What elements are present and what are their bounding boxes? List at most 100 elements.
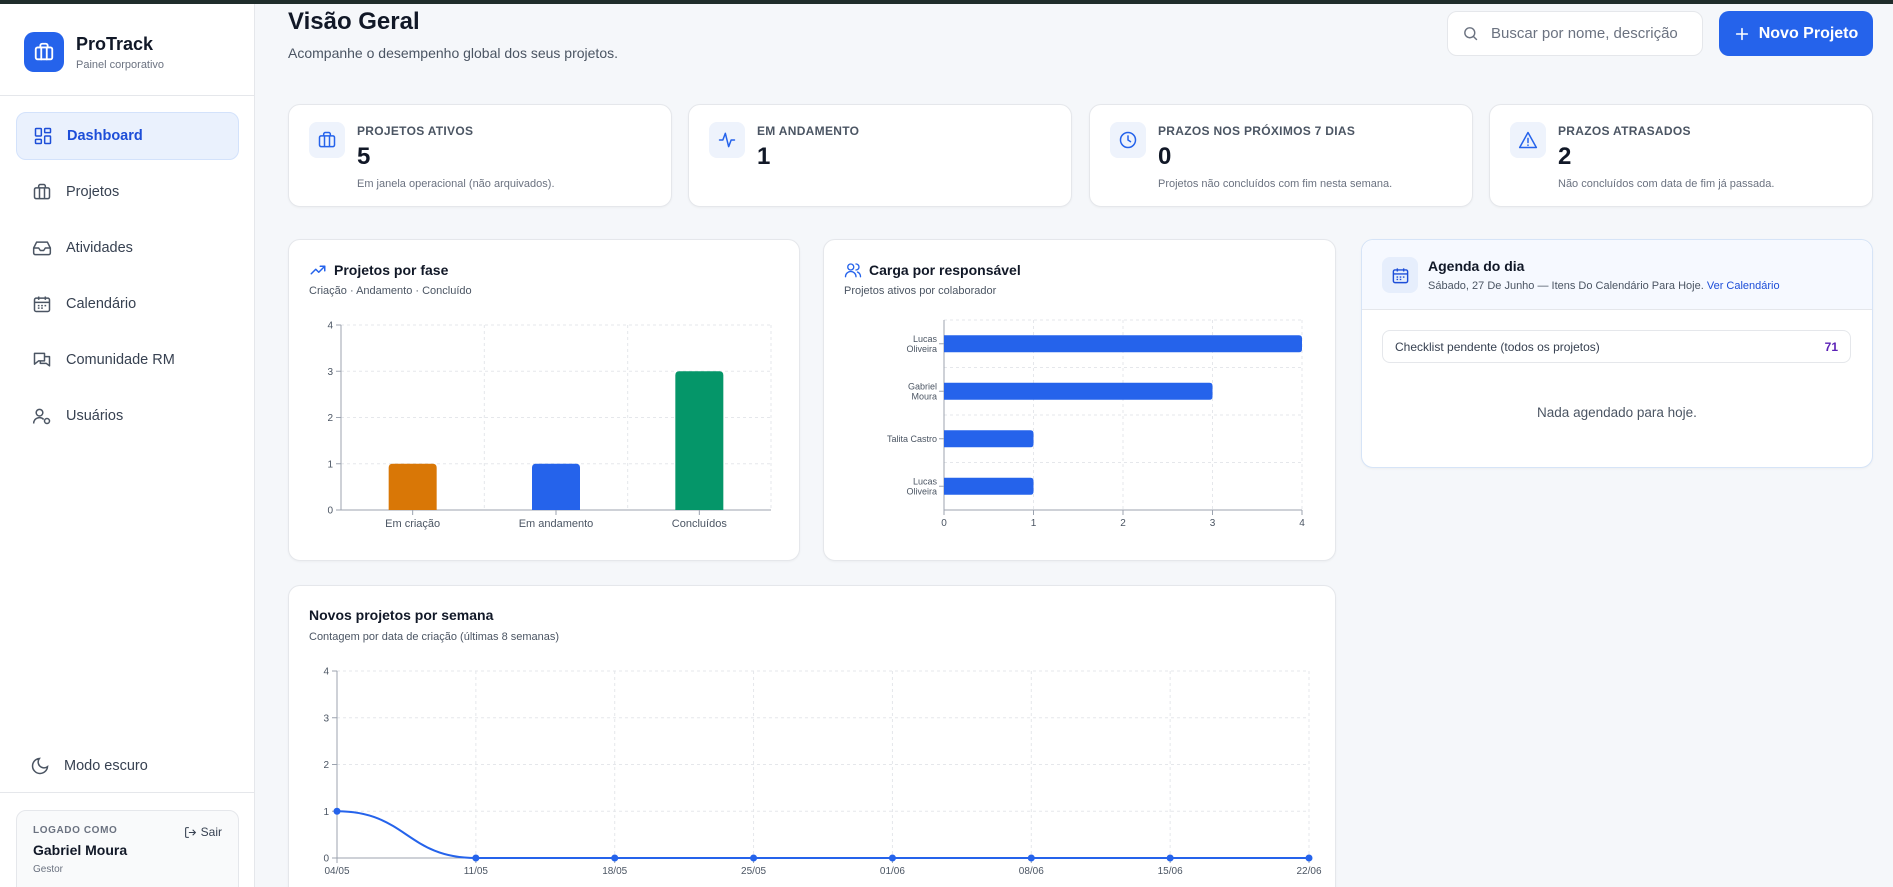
y-tick-label: 0 (323, 854, 329, 865)
x-tick-label: 1 (1031, 518, 1037, 529)
data-point (611, 854, 619, 862)
x-tick-label: 22/06 (1296, 866, 1321, 877)
new-project-button[interactable]: Novo Projeto (1719, 11, 1873, 56)
user-name: Gabriel Moura (33, 842, 128, 858)
bar (388, 463, 437, 510)
x-tick-label: 3 (1210, 518, 1216, 529)
y-tick-label: 2 (327, 413, 333, 424)
x-tick-label: 01/06 (880, 866, 905, 877)
y-tick-label: Oliveira (906, 344, 937, 354)
agenda-panel: Agenda do dia Sábado, 27 De Junho — Iten… (1361, 239, 1873, 468)
sidebar: ProTrack Painel corporativo Dashboard Pr… (0, 4, 255, 887)
page-subtitle: Acompanhe o desempenho global dos seus p… (288, 45, 618, 61)
sidebar-nav: Dashboard Projetos Atividades Calendário… (16, 112, 239, 448)
divider (0, 95, 255, 96)
y-tick-label: 0 (327, 506, 333, 517)
x-tick-label: 18/05 (602, 866, 627, 877)
inbox-icon (32, 241, 52, 256)
agenda-header: Agenda do dia Sábado, 27 De Junho — Iten… (1362, 240, 1872, 310)
bar (532, 463, 580, 510)
search-box[interactable] (1447, 11, 1703, 56)
bar (675, 371, 724, 510)
data-point (1166, 854, 1174, 862)
y-tick-label: 2 (323, 760, 329, 771)
agenda-subtitle: Sábado, 27 De Junho — Itens Do Calendári… (1428, 280, 1780, 292)
stat-value: 5 (357, 143, 371, 170)
stat-note: Em janela operacional (não arquivados). (357, 178, 555, 190)
page-title: Visão Geral (288, 8, 420, 35)
y-tick-label: 4 (323, 667, 329, 678)
sidebar-item-calendario[interactable]: Calendário (16, 280, 239, 328)
workload-bar-chart: 0 1 2 3 4LucasOliveiraGabrielMouraTalita Cas… (887, 319, 1305, 529)
stat-card-upcoming-deadlines[interactable]: PRAZOS NOS PRÓXIMOS 7 DIAS 0 Projetos nã… (1089, 104, 1473, 207)
y-tick-label: Oliveira (906, 486, 937, 496)
x-tick-label: 08/06 (1019, 866, 1044, 877)
bar (944, 477, 1034, 495)
stat-label: PRAZOS NOS PRÓXIMOS 7 DIAS (1158, 124, 1356, 138)
brand[interactable]: ProTrack Painel corporativo (24, 32, 164, 72)
y-tick-label: Gabriel (908, 381, 937, 391)
y-tick-label: 3 (327, 367, 333, 378)
dashboard-grid-icon (34, 127, 52, 145)
brand-name: ProTrack (76, 33, 154, 54)
user-card: LOGADO COMO Gabriel Moura Gestor Sair (16, 810, 239, 887)
y-tick-label: Talita Castro (887, 434, 937, 444)
y-tick-label: 4 (327, 321, 333, 332)
data-point (1027, 854, 1035, 862)
sidebar-item-projetos[interactable]: Projetos (16, 168, 239, 216)
bar (944, 430, 1034, 448)
stat-value: 0 (1158, 143, 1172, 170)
sidebar-item-label: Calendário (66, 296, 137, 312)
plus-icon (1735, 27, 1748, 40)
x-tick-label: 0 (941, 518, 947, 529)
sidebar-item-label: Dashboard (67, 128, 143, 144)
checklist-count: 71 (1824, 339, 1838, 354)
data-point (333, 807, 341, 815)
sidebar-item-dashboard[interactable]: Dashboard (16, 112, 239, 160)
sidebar-item-usuarios[interactable]: Usuários (16, 392, 239, 440)
series-line (336, 810, 1309, 859)
stat-label: PROJETOS ATIVOS (357, 124, 474, 138)
sidebar-item-label: Projetos (66, 184, 120, 200)
moon-icon (31, 757, 49, 775)
stat-value: 2 (1558, 143, 1572, 170)
stat-note: Não concluídos com data de fim já passad… (1558, 178, 1775, 190)
briefcase-icon (24, 32, 64, 72)
agenda-title: Agenda do dia (1428, 258, 1525, 274)
bar (944, 335, 1302, 353)
data-point (750, 854, 758, 862)
x-tick-label: 4 (1299, 518, 1305, 529)
dark-mode-label: Modo escuro (64, 758, 148, 774)
briefcase-icon (309, 122, 345, 158)
stat-card-in-progress[interactable]: EM ANDAMENTO 1 (688, 104, 1072, 207)
clock-icon (1110, 122, 1146, 158)
search-input[interactable] (1491, 25, 1701, 42)
x-tick-label: 04/05 (324, 866, 349, 877)
x-tick-label: Em criação (385, 518, 440, 530)
window-top-border (0, 0, 1893, 4)
dark-mode-toggle[interactable]: Modo escuro (16, 742, 239, 790)
calendar-icon (1382, 257, 1418, 293)
y-tick-label: Lucas (913, 476, 938, 486)
y-tick-label: Moura (911, 391, 937, 401)
divider (0, 792, 255, 793)
search-icon (1464, 27, 1478, 41)
logout-icon (184, 826, 196, 838)
sidebar-item-comunidade[interactable]: Comunidade RM (16, 336, 239, 384)
weekly-chart-panel: Novos projetos por semana Contagem por d… (288, 585, 1336, 887)
view-calendar-link[interactable]: Ver Calendário (1707, 280, 1780, 292)
pending-checklist[interactable]: Checklist pendente (todos os projetos) 7… (1382, 330, 1851, 363)
data-point (1305, 854, 1313, 862)
chat-icon (33, 352, 51, 367)
logout-label: Sair (200, 825, 222, 839)
x-tick-label: 15/06 (1158, 866, 1183, 877)
stat-card-active-projects[interactable]: PROJETOS ATIVOS 5 Em janela operacional … (288, 104, 672, 207)
stat-card-overdue[interactable]: PRAZOS ATRASADOS 2 Não concluídos com da… (1489, 104, 1873, 207)
y-tick-label: 3 (323, 713, 329, 724)
x-tick-label: 25/05 (741, 866, 766, 877)
phase-bar-chart: 0 1 2 3 4 Em criação Em andamento Concluídos (327, 321, 772, 530)
logout-button[interactable]: Sair (184, 825, 222, 839)
sidebar-item-label: Usuários (66, 408, 124, 424)
sidebar-item-atividades[interactable]: Atividades (16, 224, 239, 272)
x-tick-label: Concluídos (672, 518, 728, 530)
